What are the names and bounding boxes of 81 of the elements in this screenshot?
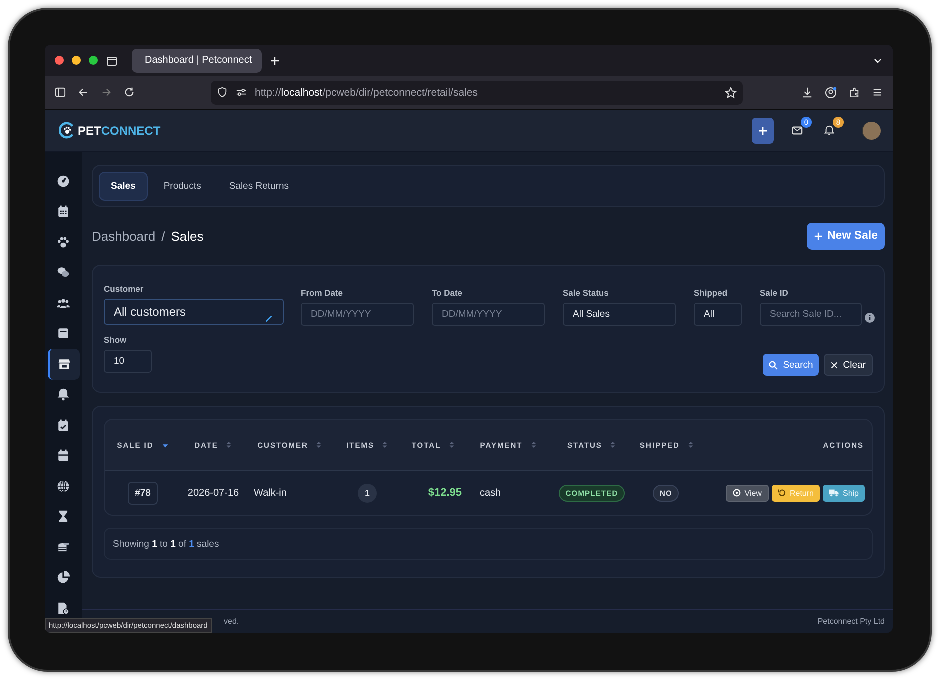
date-field[interactable]: DD/MM/YYYY — [432, 303, 545, 326]
search-field[interactable]: Search Sale ID... — [760, 303, 862, 326]
breadcrumb-link[interactable]: Dashboard — [92, 228, 156, 244]
table-cell: Walk-in — [254, 488, 287, 498]
logo-text: PETCONNECT — [78, 124, 161, 138]
field-label: Shipped — [694, 288, 729, 298]
breadcrumb-current: Sales — [171, 228, 204, 244]
total-amount: $12.95 — [428, 487, 462, 499]
eye-icon — [732, 489, 741, 497]
calendar-icon — [57, 449, 70, 462]
reload-icon[interactable] — [124, 87, 135, 98]
chat-icon — [57, 266, 70, 280]
users-icon — [57, 296, 70, 310]
status-select[interactable]: All Sales — [563, 303, 676, 326]
mail-icon[interactable] — [792, 125, 802, 136]
copyright-text: ved. — [224, 617, 240, 626]
info-icon — [865, 313, 875, 323]
table-cell: cash — [480, 488, 502, 498]
field-label: Sale ID — [760, 288, 790, 298]
bell-icon[interactable] — [824, 125, 834, 136]
page-size-select[interactable]: 10 — [104, 350, 152, 373]
calendar-check-icon — [57, 418, 70, 432]
new-tab-icon[interactable] — [270, 56, 280, 66]
new-sale-button[interactable]: New Sale — [806, 222, 885, 250]
tab[interactable]: Products — [152, 172, 214, 200]
search-icon — [769, 360, 778, 370]
sale-id-badge: #78 — [128, 482, 158, 504]
undo-icon — [778, 489, 786, 497]
close-icon — [831, 362, 838, 368]
plus-icon — [758, 126, 768, 136]
field-label: Show — [104, 335, 128, 345]
url-text: http://localhost/pcweb/dir/petconnect/retail/sales — [255, 86, 479, 98]
globe-icon — [57, 480, 70, 493]
bookmark-star-icon[interactable] — [725, 86, 737, 98]
customer-select[interactable]: All customers — [104, 299, 284, 325]
view-button[interactable]: View — [726, 484, 769, 502]
tab-list-icon[interactable] — [106, 54, 118, 66]
plus-icon — [814, 232, 822, 240]
item-count-badge: 1 — [358, 484, 377, 502]
forward-icon[interactable] — [101, 87, 112, 98]
paw-logo-icon — [59, 122, 76, 139]
address-bar[interactable]: http://localhost/pcweb/dir/petconnect/retail/sales — [211, 80, 743, 104]
pagination-summary: Showing 1 to 1 of 1 sales — [113, 538, 220, 550]
sidebar-toggle-icon[interactable] — [55, 87, 66, 98]
clear-button[interactable]: Clear — [824, 354, 873, 376]
company-name: Petconnect Pty Ltd — [818, 617, 885, 626]
tab-title: Dashboard | Petconnect — [145, 55, 252, 66]
search-button[interactable]: Search — [763, 354, 820, 376]
add-button[interactable] — [752, 118, 774, 144]
back-icon[interactable] — [78, 87, 89, 98]
table-cell: 2026-07-16 — [188, 488, 240, 498]
window-icon — [57, 327, 70, 340]
field-label: To Date — [432, 288, 464, 298]
hourglass-icon — [57, 510, 70, 524]
avatar[interactable] — [862, 122, 881, 140]
coins-icon — [57, 540, 70, 554]
field-label: Customer — [104, 284, 145, 294]
file-icon — [57, 602, 70, 615]
breadcrumb-separator: / — [162, 228, 166, 244]
field-label: From Date — [301, 288, 344, 298]
gauge-icon — [57, 174, 70, 188]
permissions-icon — [236, 87, 247, 98]
tab[interactable]: Sales Returns — [217, 172, 301, 200]
browser-tab[interactable]: Dashboard | Petconnect — [132, 48, 262, 72]
sidebar-item[interactable] — [48, 349, 80, 380]
account-icon[interactable] — [825, 86, 837, 98]
store-icon — [58, 358, 71, 371]
bell-icon — [57, 388, 70, 402]
shield-icon — [217, 87, 228, 98]
extensions-icon[interactable] — [849, 87, 860, 98]
truck-icon — [828, 489, 839, 497]
field-label: Sale Status — [563, 288, 610, 298]
tab[interactable]: Sales — [99, 172, 148, 200]
shipped-select[interactable]: All — [694, 303, 742, 326]
download-icon[interactable] — [802, 87, 813, 98]
calendar-icon — [57, 205, 70, 218]
resize-handle-icon — [266, 316, 272, 322]
menu-icon[interactable] — [872, 87, 883, 98]
paw-icon — [57, 236, 70, 249]
pie-chart-icon — [57, 571, 70, 584]
date-field[interactable]: DD/MM/YYYY — [301, 303, 414, 326]
